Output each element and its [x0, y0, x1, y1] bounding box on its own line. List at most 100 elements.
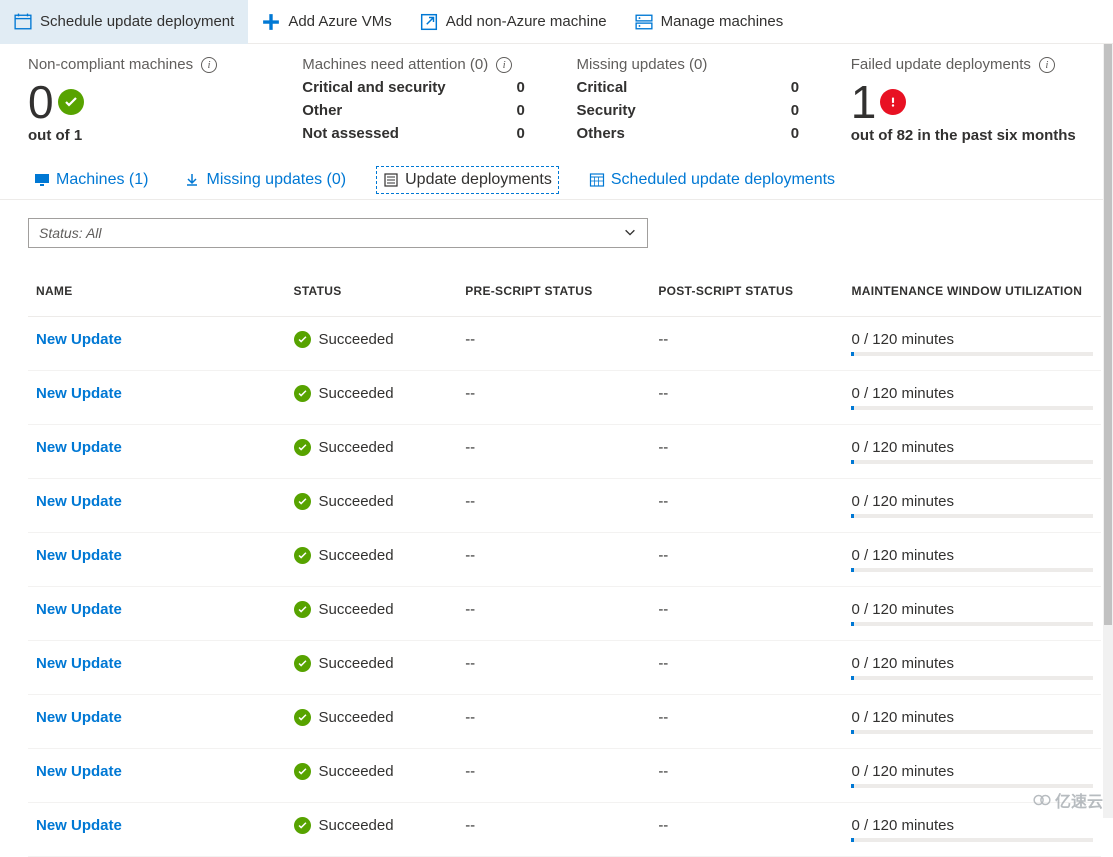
- filter-row: Status: All: [0, 200, 1113, 254]
- tab-missing-updates[interactable]: Missing updates (0): [178, 166, 352, 194]
- command-bar: Schedule update deployment Add Azure VMs…: [0, 0, 1113, 44]
- status-text: Succeeded: [319, 763, 394, 780]
- card-count: 0: [28, 79, 54, 125]
- progress-bar: [851, 622, 1093, 626]
- table-row[interactable]: New Update Succeeded -- -- 0 / 120 minut…: [28, 317, 1101, 371]
- progress-bar: [851, 730, 1093, 734]
- pre-script-status: --: [457, 587, 650, 641]
- col-maint[interactable]: MAINTENANCE WINDOW UTILIZATION: [843, 274, 1101, 317]
- deployment-name-link[interactable]: New Update: [36, 601, 122, 618]
- tab-label: Missing updates (0): [206, 171, 346, 189]
- progress-bar: [851, 406, 1093, 410]
- deployment-name-link[interactable]: New Update: [36, 439, 122, 456]
- status-text: Succeeded: [319, 709, 394, 726]
- table-row[interactable]: New Update Succeeded -- -- 0 / 120 minut…: [28, 425, 1101, 479]
- status-cell: Succeeded: [294, 331, 450, 348]
- maintenance-text: 0 / 120 minutes: [851, 601, 1093, 618]
- vertical-scrollbar[interactable]: [1103, 44, 1113, 818]
- status-filter-dropdown[interactable]: Status: All: [28, 218, 648, 248]
- col-status[interactable]: STATUS: [286, 274, 458, 317]
- col-pre[interactable]: PRE-SCRIPT STATUS: [457, 274, 650, 317]
- success-icon: [294, 817, 311, 834]
- deployment-name-link[interactable]: New Update: [36, 493, 122, 510]
- table-row[interactable]: New Update Succeeded -- -- 0 / 120 minut…: [28, 371, 1101, 425]
- tab-label: Machines (1): [56, 171, 148, 189]
- tab-update-deployments[interactable]: Update deployments: [376, 166, 559, 194]
- table-row[interactable]: New Update Succeeded -- -- 0 / 120 minut…: [28, 587, 1101, 641]
- table-row[interactable]: New Update Succeeded -- -- 0 / 120 minut…: [28, 695, 1101, 749]
- deployment-name-link[interactable]: New Update: [36, 817, 122, 834]
- progress-fill: [851, 352, 854, 356]
- pre-script-status: --: [457, 803, 650, 857]
- table-row[interactable]: New Update Succeeded -- -- 0 / 120 minut…: [28, 749, 1101, 803]
- success-icon: [294, 385, 311, 402]
- info-icon[interactable]: i: [201, 57, 217, 73]
- filter-value: Status: All: [39, 225, 102, 241]
- add-azure-vms-button[interactable]: Add Azure VMs: [248, 0, 405, 44]
- missing-updates-card: Missing updates (0) Critical 0 Security …: [577, 56, 811, 144]
- deployment-name-link[interactable]: New Update: [36, 709, 122, 726]
- stat-grid: Critical 0 Security 0 Others 0: [577, 79, 811, 142]
- status-cell: Succeeded: [294, 763, 450, 780]
- progress-bar: [851, 514, 1093, 518]
- deployment-name-link[interactable]: New Update: [36, 331, 122, 348]
- stat-label: Security: [577, 102, 771, 119]
- non-compliant-card: Non-compliant machines i 0 out of 1: [28, 56, 262, 144]
- failed-deployments-card: Failed update deployments i 1 out of 82 …: [851, 56, 1085, 144]
- post-script-status: --: [650, 533, 843, 587]
- maintenance-text: 0 / 120 minutes: [851, 547, 1093, 564]
- tab-label: Update deployments: [405, 171, 552, 189]
- post-script-status: --: [650, 695, 843, 749]
- manage-machines-button[interactable]: Manage machines: [621, 0, 798, 44]
- table-row[interactable]: New Update Succeeded -- -- 0 / 120 minut…: [28, 803, 1101, 857]
- pre-script-status: --: [457, 749, 650, 803]
- maintenance-text: 0 / 120 minutes: [851, 385, 1093, 402]
- status-cell: Succeeded: [294, 817, 450, 834]
- check-icon: [58, 89, 84, 115]
- progress-bar: [851, 352, 1093, 356]
- status-text: Succeeded: [319, 547, 394, 564]
- maintenance-cell: 0 / 120 minutes: [851, 601, 1093, 626]
- col-post[interactable]: POST-SCRIPT STATUS: [650, 274, 843, 317]
- success-icon: [294, 493, 311, 510]
- stat-val: 0: [791, 79, 811, 96]
- maintenance-text: 0 / 120 minutes: [851, 709, 1093, 726]
- deployment-name-link[interactable]: New Update: [36, 385, 122, 402]
- table-row[interactable]: New Update Succeeded -- -- 0 / 120 minut…: [28, 479, 1101, 533]
- pre-script-status: --: [457, 641, 650, 695]
- success-icon: [294, 547, 311, 564]
- status-cell: Succeeded: [294, 439, 450, 456]
- post-script-status: --: [650, 317, 843, 371]
- tab-machines[interactable]: Machines (1): [28, 166, 154, 194]
- table-row[interactable]: New Update Succeeded -- -- 0 / 120 minut…: [28, 641, 1101, 695]
- deployment-name-link[interactable]: New Update: [36, 655, 122, 672]
- deployment-name-link[interactable]: New Update: [36, 547, 122, 564]
- schedule-update-deployment-button[interactable]: Schedule update deployment: [0, 0, 248, 44]
- status-cell: Succeeded: [294, 709, 450, 726]
- stat-label: Critical and security: [302, 79, 496, 96]
- col-name[interactable]: NAME: [28, 274, 286, 317]
- maintenance-cell: 0 / 120 minutes: [851, 817, 1093, 842]
- progress-bar: [851, 460, 1093, 464]
- status-text: Succeeded: [319, 439, 394, 456]
- watermark: 亿速云: [1033, 788, 1103, 812]
- pre-script-status: --: [457, 479, 650, 533]
- tabs: Machines (1) Missing updates (0) Update …: [0, 160, 1113, 200]
- info-icon[interactable]: i: [1039, 57, 1055, 73]
- stat-label: Not assessed: [302, 125, 496, 142]
- info-icon[interactable]: i: [496, 57, 512, 73]
- summary-row: Non-compliant machines i 0 out of 1 Mach…: [0, 44, 1113, 160]
- status-cell: Succeeded: [294, 493, 450, 510]
- maintenance-cell: 0 / 120 minutes: [851, 547, 1093, 572]
- toolbar-label: Add non-Azure machine: [446, 13, 607, 30]
- tab-label: Scheduled update deployments: [611, 171, 835, 189]
- deployment-name-link[interactable]: New Update: [36, 763, 122, 780]
- tab-scheduled-deployments[interactable]: Scheduled update deployments: [583, 166, 841, 194]
- scrollbar-thumb[interactable]: [1104, 44, 1112, 625]
- stat-val: 0: [791, 125, 811, 142]
- stat-label: Others: [577, 125, 771, 142]
- maintenance-cell: 0 / 120 minutes: [851, 385, 1093, 410]
- list-icon: [383, 172, 399, 188]
- table-row[interactable]: New Update Succeeded -- -- 0 / 120 minut…: [28, 533, 1101, 587]
- add-non-azure-machine-button[interactable]: Add non-Azure machine: [406, 0, 621, 44]
